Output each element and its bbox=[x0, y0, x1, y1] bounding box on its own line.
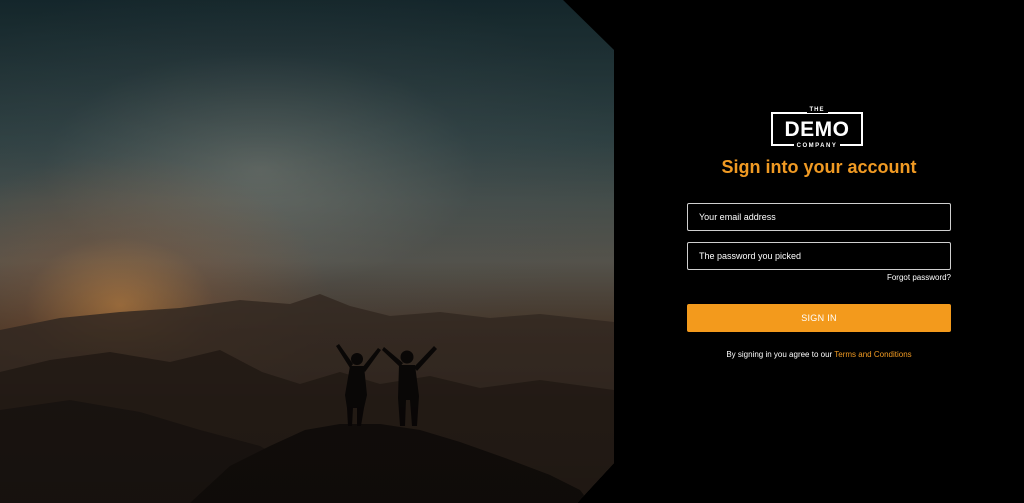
company-logo: THE DEMO COMPANY bbox=[769, 107, 869, 158]
terms-and-conditions-link[interactable]: Terms and Conditions bbox=[834, 350, 911, 359]
sign-in-button[interactable]: SIGN IN bbox=[687, 304, 951, 332]
password-field[interactable] bbox=[687, 242, 951, 270]
hero-image bbox=[0, 0, 614, 503]
logo-the-text: THE bbox=[769, 106, 865, 114]
email-field[interactable] bbox=[687, 203, 951, 231]
page-title: Sign into your account bbox=[721, 157, 917, 177]
forgot-password-link[interactable]: Forgot password? bbox=[887, 272, 951, 284]
terms-prefix-text: By signing in you agree to our bbox=[726, 350, 833, 359]
hero-shade-overlay bbox=[0, 0, 614, 503]
logo-company-text: COMPANY bbox=[769, 142, 865, 150]
login-page: THE DEMO COMPANY Sign into your account … bbox=[0, 0, 1024, 503]
terms-notice: By signing in you agree to our Terms and… bbox=[687, 349, 951, 361]
logo-demo-text: DEMO bbox=[784, 118, 850, 141]
